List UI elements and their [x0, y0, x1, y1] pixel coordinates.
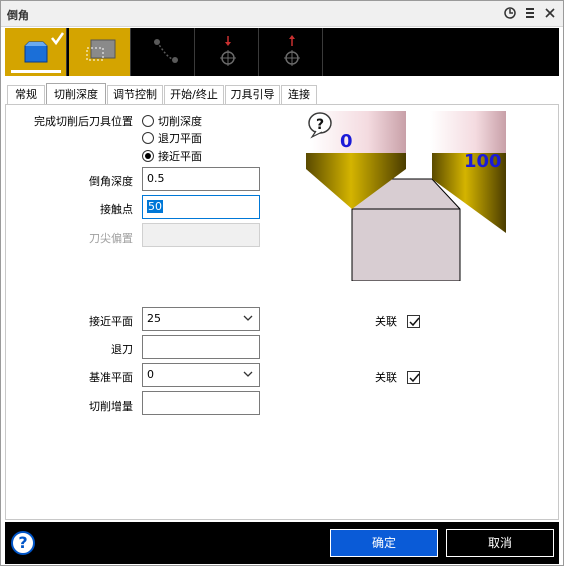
radio-button-checked[interactable]: [142, 150, 154, 162]
tab-start-end[interactable]: 开始/终止: [164, 85, 224, 105]
contact-point-input[interactable]: 50: [142, 195, 260, 219]
chevron-down-icon: [243, 371, 253, 377]
tab-adjust-control[interactable]: 调节控制: [107, 85, 163, 105]
mode-chamfer-button[interactable]: [5, 28, 67, 76]
ok-button[interactable]: 确定: [330, 529, 438, 557]
base-plane-label: 基准平面: [89, 371, 133, 384]
cut-increment-input[interactable]: [142, 391, 260, 415]
help-button[interactable]: ?: [11, 531, 35, 555]
tab-tool-guide[interactable]: 刀具引导: [225, 85, 280, 105]
dialog-footer: ? 确定 取消: [5, 522, 559, 564]
help-glyph: ?: [316, 117, 324, 133]
selected-text: 50: [147, 200, 163, 213]
radio-label: 退刀平面: [158, 132, 202, 145]
chamfer-depth-input[interactable]: 0.5: [142, 167, 260, 191]
chevron-down-icon: [243, 315, 253, 321]
assoc-label: 关联: [375, 315, 397, 328]
check-icon: [409, 373, 420, 382]
retract-label: 退刀: [111, 343, 133, 356]
select-value: 25: [147, 312, 161, 325]
assoc-checkbox[interactable]: [407, 370, 420, 384]
chamfer-mode-icon: [24, 32, 65, 63]
path-mode-icon: [154, 39, 178, 63]
cut-increment-label: 切削增量: [89, 400, 133, 413]
select-value: 0: [147, 368, 154, 381]
right-value-label: 100: [464, 151, 502, 172]
window-title: 倒角: [7, 9, 29, 22]
menu-icon[interactable]: [523, 6, 537, 20]
assoc-label: 关联: [375, 371, 397, 384]
radio-button[interactable]: [142, 115, 154, 127]
retract-input[interactable]: [142, 335, 260, 359]
mode-drill-button[interactable]: [197, 28, 259, 76]
tab-cut-depth[interactable]: 切削深度: [46, 83, 106, 105]
approach-plane-select[interactable]: 25: [142, 307, 260, 331]
tab-connect[interactable]: 连接: [281, 85, 317, 105]
active-mode-indicator: [11, 70, 61, 73]
assoc-checkbox[interactable]: [407, 314, 420, 328]
radio-button[interactable]: [142, 132, 154, 144]
pin-icon[interactable]: [503, 6, 517, 20]
cancel-button[interactable]: 取消: [446, 529, 554, 557]
chamfer-dialog: 倒角 常规 切削深度 调节控制 开始/终止 刀具引导 连接 完成切削后刀具位置 …: [0, 0, 564, 566]
tab-strip: 常规 切削深度 调节控制 开始/终止 刀具引导 连接: [5, 83, 559, 105]
mode-area-button[interactable]: [69, 28, 131, 76]
approach-plane-label: 接近平面: [89, 315, 133, 328]
chamfer-illustration: ? 0 100: [306, 109, 506, 282]
radio-approach-plane[interactable]: 接近平面: [142, 148, 202, 164]
tip-offset-input: [142, 223, 260, 247]
area-mode-icon: [86, 39, 116, 61]
assoc-2[interactable]: 关联: [375, 369, 420, 385]
close-icon[interactable]: [543, 6, 557, 20]
finish-position-label: 完成切削后刀具位置: [34, 115, 133, 128]
base-plane-select[interactable]: 0: [142, 363, 260, 387]
tool-diagram: ? 0 100: [306, 111, 506, 282]
drill-mode-icon: [220, 36, 236, 66]
assoc-1[interactable]: 关联: [375, 313, 420, 329]
radio-retract-plane[interactable]: 退刀平面: [142, 130, 202, 146]
contact-point-label: 接触点: [100, 203, 133, 216]
radio-label: 切削深度: [158, 115, 202, 128]
left-value-label: 0: [340, 131, 353, 152]
tip-offset-label: 刀尖偏置: [89, 232, 133, 245]
mode-toolbar: [5, 28, 559, 76]
check-icon: [409, 317, 420, 326]
radio-cut-depth[interactable]: 切削深度: [142, 113, 202, 129]
title-bar: 倒角: [1, 1, 563, 27]
point-mode-icon: [284, 35, 300, 66]
mode-path-button[interactable]: [133, 28, 195, 76]
mode-point-button[interactable]: [261, 28, 323, 76]
radio-label: 接近平面: [158, 150, 202, 163]
chamfer-depth-label: 倒角深度: [89, 175, 133, 188]
tab-general[interactable]: 常规: [7, 85, 45, 105]
